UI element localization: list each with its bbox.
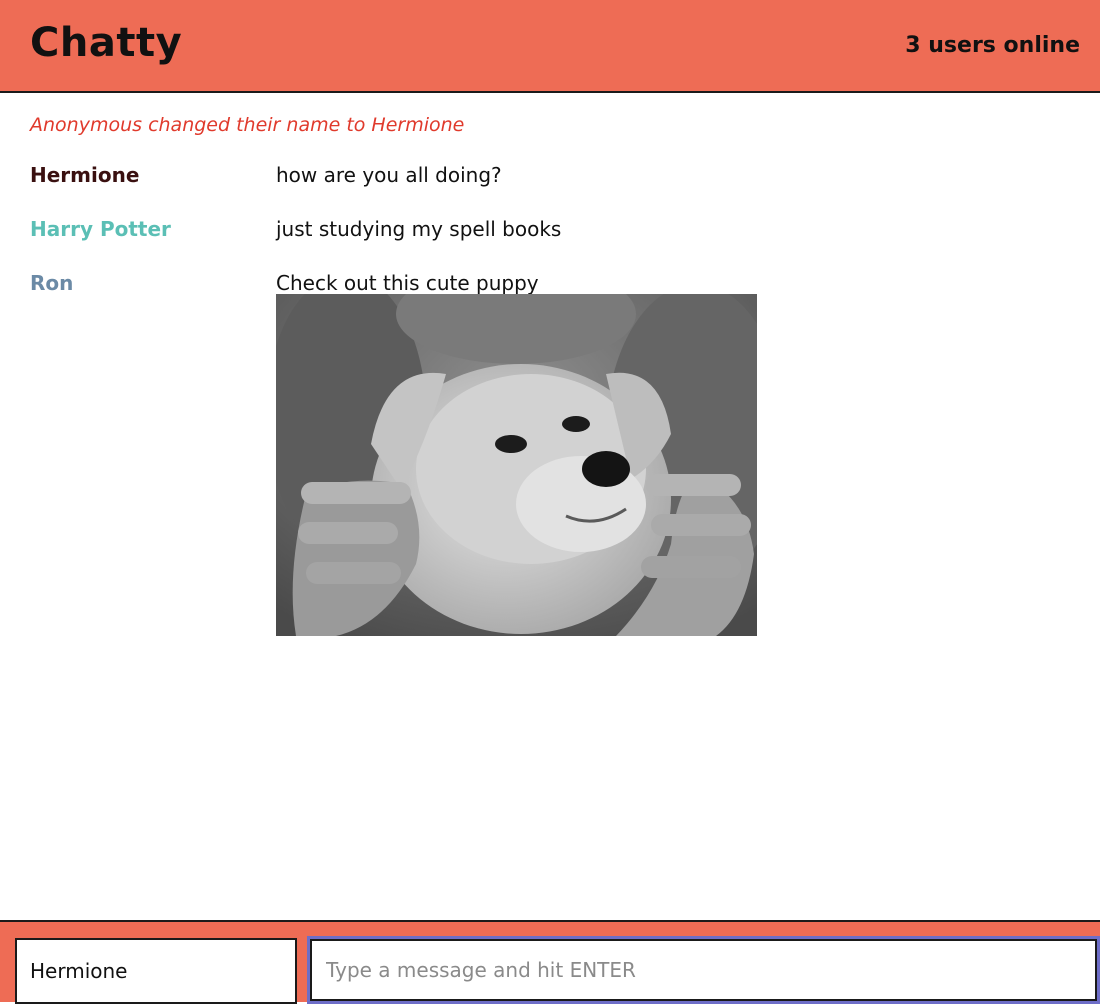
message-content: how are you all doing?	[276, 163, 502, 187]
message-input[interactable]	[307, 936, 1100, 1004]
puppy-photo	[276, 294, 757, 636]
username-input[interactable]	[15, 938, 297, 1004]
message-content: Check out this cute puppy	[276, 271, 539, 295]
message-content: just studying my spell books	[276, 217, 562, 241]
message-username: Harry Potter	[30, 217, 171, 241]
chat-bar	[0, 920, 1100, 1004]
message-username: Hermione	[30, 163, 140, 187]
message-list: Anonymous changed their name to Hermione…	[0, 93, 1100, 920]
message-username: Ron	[30, 271, 74, 295]
puppy-illustration	[276, 294, 757, 636]
brand-title[interactable]: Chatty	[30, 20, 182, 66]
users-online-count: 3 users online	[905, 33, 1080, 58]
navbar: Chatty 3 users online	[0, 0, 1100, 93]
system-notification: Anonymous changed their name to Hermione	[30, 114, 465, 136]
